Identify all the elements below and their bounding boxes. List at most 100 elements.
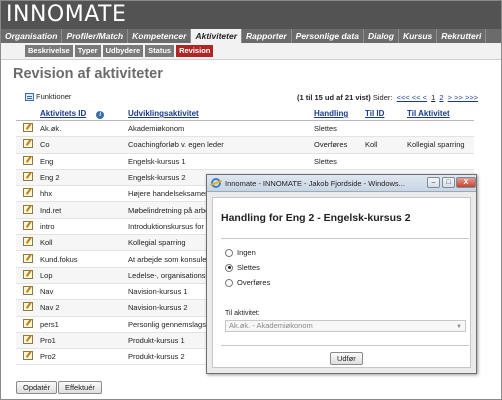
subtab-udbydere[interactable]: Udbydere [102,45,144,57]
edit-cell[interactable] [16,155,36,167]
pager: (1 til 15 ud af 21 vist) Sider: <<< << <… [297,93,478,102]
chevron-down-icon[interactable]: ▼ [456,322,462,332]
col-header-handling[interactable]: Handling [310,107,361,120]
info-icon[interactable]: i [96,111,105,119]
sub-nav: Beskrivelse Typer Udbydere Status Revisi… [1,43,501,60]
tab-rapporter[interactable]: Rapporter [242,29,292,43]
tab-organisation[interactable]: Organisation [1,29,63,43]
close-button[interactable]: X [456,177,476,188]
edit-cell[interactable] [16,335,36,346]
edit-cell[interactable] [16,269,36,281]
cell-til-id: Koll [365,140,378,150]
edit-icon[interactable] [23,269,33,279]
col-header-til-id[interactable]: Til ID [361,107,403,120]
edit-cell[interactable] [16,172,36,183]
table-row[interactable]: Ak.øk. Akademiøkonom Slettes [16,121,474,138]
table-header: Aktivitets ID i Udviklingsaktivitet Handl… [16,107,474,121]
cell-aktivitets-id: Ak.øk. [40,124,62,134]
edit-cell[interactable] [16,237,36,248]
radio-slettes[interactable] [225,263,233,272]
cell-aktivitets-id: Pro2 [40,352,56,362]
option-label: Slettes [237,263,260,272]
edit-cell[interactable] [16,188,36,199]
edit-icon[interactable] [23,286,33,296]
subtab-beskrivelse[interactable]: Beskrivelse [25,45,73,57]
pager-page-2[interactable]: 2 [439,93,443,102]
edit-icon[interactable] [23,253,33,263]
tab-kompetencer[interactable]: Kompetencer [128,29,192,43]
edit-cell[interactable] [16,351,36,362]
cell-aktivitets-id: intro [40,221,55,231]
opdater-button[interactable]: Opdatér [16,381,58,394]
subtab-revision[interactable]: Revision [176,45,214,57]
col-header-udviklingsaktivitet[interactable]: Udviklingsaktivitet [124,107,310,120]
tab-aktiviteter[interactable]: Aktiviteter [191,29,243,43]
radio-overfores[interactable] [225,278,233,287]
edit-cell[interactable] [16,318,36,330]
effektuer-button[interactable]: Effektuér [58,381,102,394]
page-title: Revision af aktiviteter [13,66,163,82]
pager-page-1[interactable]: 1 [431,93,435,102]
cell-aktivitets-id: Kund.fokus [40,254,78,264]
tab-profiler-match[interactable]: Profiler/Match [62,29,129,43]
funktioner-label: Funktioner [36,92,72,101]
table-row[interactable]: Eng Engelsk-kursus 1 Slettes [16,154,474,170]
cell-aktivitets-id: hhx [40,189,53,199]
edit-icon[interactable] [23,237,33,247]
edit-icon[interactable] [23,318,33,328]
edit-cell[interactable] [16,253,36,265]
edit-icon[interactable] [23,351,33,361]
edit-icon[interactable] [23,204,33,214]
cell-aktivitets-id: Pro1 [40,336,56,345]
divider [221,238,469,239]
table-row[interactable]: Co Coachingforløb v. egen leder Overføres K… [16,137,474,154]
cell-handling: Slettes [314,124,337,134]
edit-cell[interactable] [16,204,36,216]
main-nav: Organisation Profiler/Match Kompetencer … [1,29,501,43]
cell-udviklingsaktivitet: Akademiøkonom [128,124,185,134]
maximize-button[interactable]: □ [442,177,455,188]
edit-cell[interactable] [16,302,36,313]
edit-icon[interactable] [23,139,33,149]
dialog-titlebar[interactable]: Innomate - INNOMATE - Jakob Fjordside - … [207,175,476,192]
dialog-body: Handling for Eng 2 - Engelsk-kursus 2 In… [212,197,471,368]
edit-cell[interactable] [16,139,36,150]
option-ingen[interactable]: Ingen [225,248,256,257]
udfor-button[interactable]: Udfør [330,352,363,365]
edit-cell[interactable] [16,123,36,134]
cell-aktivitets-id: Ind.ret [40,205,62,215]
til-aktivitet-select[interactable]: Ak.øk. - Akademiøkonom ▼ [225,320,466,332]
edit-icon[interactable] [23,220,33,230]
tab-dialog[interactable]: Dialog [364,29,399,43]
cell-aktivitets-id: Eng 2 [40,173,60,183]
edit-cell[interactable] [16,286,36,297]
edit-icon[interactable] [23,172,33,182]
cell-aktivitets-id: Nav 2 [40,303,60,313]
option-overfores[interactable]: Overføres [225,278,270,287]
edit-cell[interactable] [16,220,36,232]
subtab-status[interactable]: Status [145,45,175,57]
col-header-edit [16,107,36,120]
radio-ingen[interactable] [225,248,233,257]
edit-icon[interactable] [23,155,33,165]
edit-icon[interactable] [23,123,33,133]
select-value: Ak.øk. - Akademiøkonom [229,321,313,330]
minimize-button[interactable]: – [427,177,440,188]
option-slettes[interactable]: Slettes [225,263,260,272]
tab-rekrutteri[interactable]: Rekrutteri [437,29,487,43]
subtab-typer[interactable]: Typer [74,45,101,57]
pager-next-links[interactable]: > >> >>> [448,93,478,102]
option-label: Ingen [237,248,256,257]
funktioner-menu[interactable]: Funktioner [25,92,71,101]
cell-handling: Slettes [314,156,337,166]
tab-personlige-data[interactable]: Personlige data [292,29,364,43]
tab-kursus[interactable]: Kursus [399,29,438,43]
cell-aktivitets-id: Eng [40,156,54,166]
col-header-til-aktivitet[interactable]: Til Aktivitet [403,107,474,120]
pager-prev-links[interactable]: <<< << < [397,93,427,102]
edit-icon[interactable] [23,302,33,312]
col-header-aktivitets-id[interactable]: Aktivitets ID i [36,107,124,120]
edit-icon[interactable] [23,188,33,198]
edit-icon[interactable] [23,335,33,344]
app-logo: INNOMATE [6,2,127,27]
